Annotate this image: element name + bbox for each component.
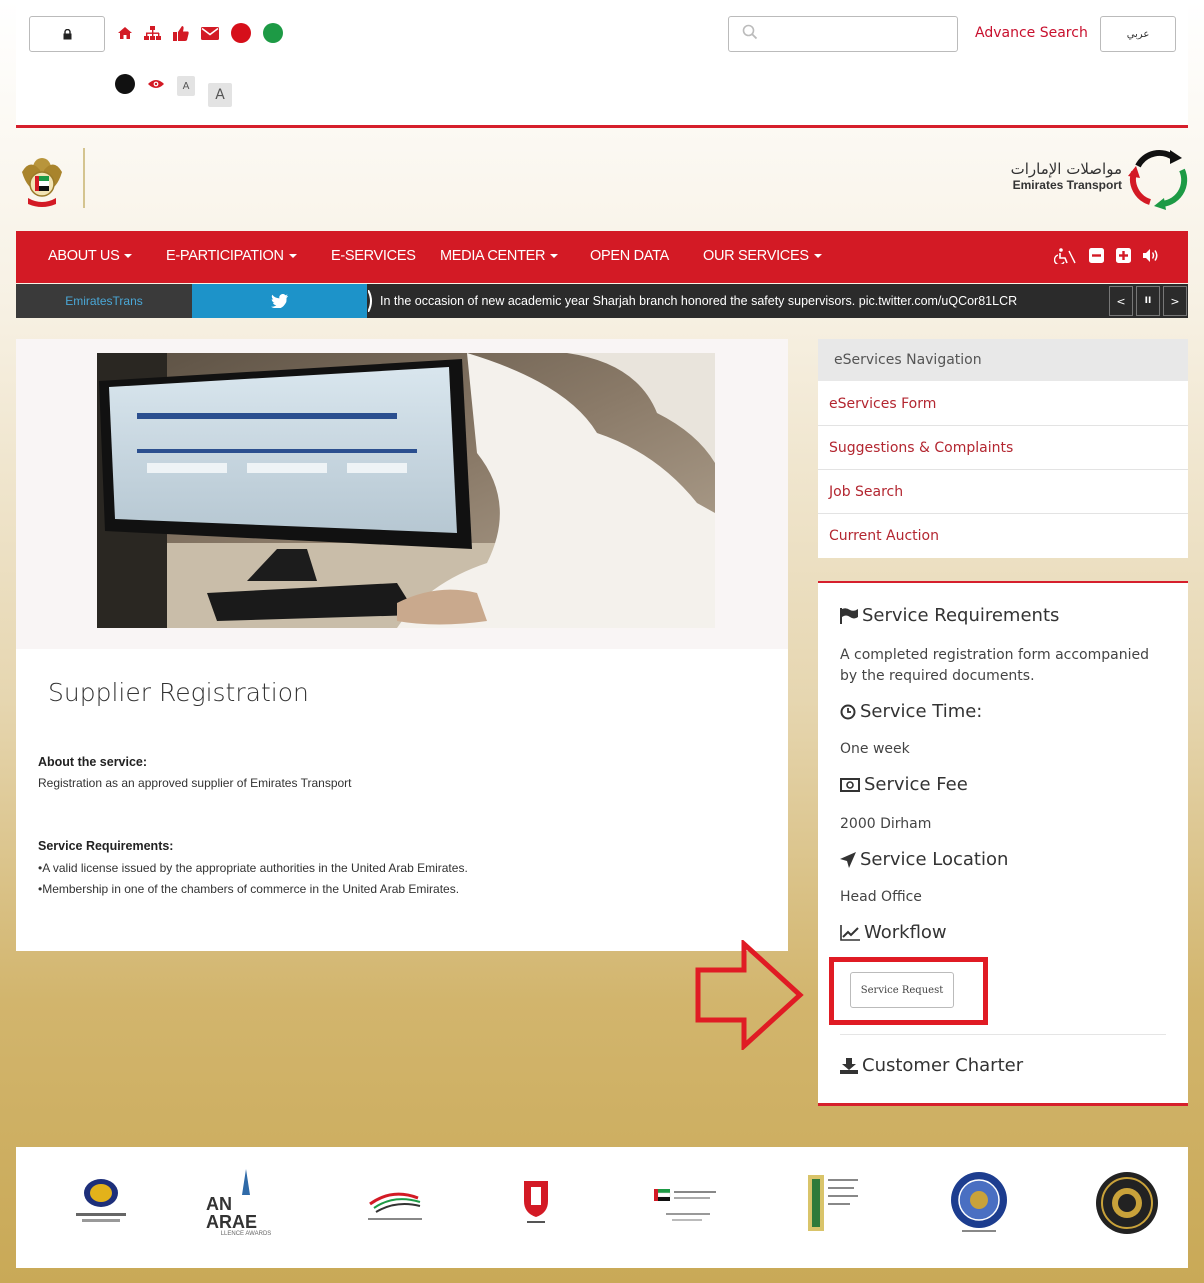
workflow-heading: Workflow [840,922,947,943]
search-icon [742,24,760,42]
brand-name-english: Emirates Transport [1012,178,1122,192]
requirement-item: •Membership in one of the chambers of co… [38,882,460,896]
ticker-text[interactable]: In the occasion of new academic year Sha… [380,294,1017,308]
accessibility-icon[interactable] [1053,248,1076,268]
advance-search-link[interactable]: Advance Search [975,25,1088,41]
zoom-in-icon[interactable] [1116,248,1131,267]
ticker-prev-button[interactable]: < [1109,286,1133,316]
eye-icon[interactable] [147,77,165,91]
clock-icon [840,704,856,719]
top-utility-bar [16,0,1188,128]
nav-label: ABOUT US [48,248,120,264]
zoom-out-icon[interactable] [1089,248,1104,267]
nav-e-services[interactable]: E-SERVICES [331,248,416,264]
contrast-dark-dot[interactable] [115,74,135,94]
service-location-value: Head Office [840,889,922,905]
about-text: Registration as an approved supplier of … [38,776,352,790]
twitter-icon [192,284,367,318]
nav-label: E-SERVICES [331,248,416,264]
font-decrease-button[interactable]: A [177,76,195,96]
login-button[interactable] [29,16,105,52]
page-title: Supplier Registration [48,678,309,707]
arab-award-icon [242,1168,250,1195]
nav-media-center[interactable]: MEDIA CENTER [440,248,559,264]
service-fee-value: 2000 Dirham [840,816,932,832]
search-input[interactable] [728,16,958,52]
lock-icon [63,28,71,39]
location-arrow-icon [840,851,856,868]
home-icon[interactable] [116,24,134,42]
sidebar-link-current-auction[interactable]: Current Auction [818,514,1188,558]
sidebar-link-eservices-form[interactable]: eServices Form [818,382,1188,426]
nav-label: E-PARTICIPATION [166,248,284,264]
heading-label: Service Fee [864,774,968,795]
language-button[interactable]: عربي [1100,16,1176,52]
caret-down-icon [288,254,297,259]
service-photo [97,353,715,628]
emirates-transport-logo [1124,146,1190,212]
service-fee-heading: Service Fee [840,774,968,795]
requirement-item: •A valid license issued by the appropria… [38,861,468,875]
ticker-next-button[interactable]: > [1163,286,1187,316]
brand-name-arabic: مواصلات الإمارات [1010,160,1122,178]
line-chart-icon [840,924,860,941]
nav-label: OPEN DATA [590,248,669,264]
volume-icon[interactable] [1142,248,1160,267]
partner-logo-quality[interactable] [798,1165,868,1240]
logo-divider [83,148,85,208]
caret-down-icon [124,254,133,259]
uae-emblem-logo [16,148,68,210]
nav-our-services[interactable]: OUR SERVICES [703,248,822,264]
about-heading: About the service: [38,755,148,769]
heading-label: Service Time: [860,701,983,722]
arab-logo-sub: LLENCE AWARDS [220,1230,272,1237]
flag-icon [840,607,858,624]
partner-logo-arab-excellence[interactable]: AN ARAE LLENCE AWARDS [206,1165,286,1240]
partner-logo-seal[interactable] [1092,1165,1162,1240]
main-navigation: ABOUT US E-PARTICIPATION E-SERVICES MEDI… [16,231,1188,283]
sitemap-icon[interactable] [143,24,161,42]
partner-logo-1[interactable] [66,1165,136,1240]
divider [840,1034,1166,1035]
twitter-handle[interactable]: EmiratesTrans [16,284,192,318]
caret-down-icon [813,254,822,259]
partner-logo-abu-dhabi[interactable] [516,1165,556,1240]
highlight-box [829,957,988,1025]
caret-down-icon [550,254,559,259]
heading-label: Workflow [864,922,947,943]
service-requirements-text: A completed registration form accompanie… [840,647,1149,684]
arab-logo-text: AN ARAE [206,1193,258,1232]
thumbs-up-icon[interactable] [172,24,190,42]
partner-logo-energy-award[interactable] [360,1165,430,1240]
partner-logo-uae-award[interactable] [652,1165,722,1240]
eservices-navigation-title: eServices Navigation [818,339,1188,381]
nav-label: MEDIA CENTER [440,248,546,264]
partner-logo-guinness[interactable] [944,1165,1014,1240]
nav-e-participation[interactable]: E-PARTICIPATION [166,248,297,264]
nav-about-us[interactable]: ABOUT US [48,248,133,264]
download-icon [840,1057,858,1074]
service-requirements-heading: Service Requirements [840,605,1059,626]
service-location-heading: Service Location [840,849,1008,870]
sidebar-link-suggestions[interactable]: Suggestions & Complaints [818,426,1188,470]
heading-label: Service Location [860,849,1009,870]
ticker-separator [367,289,374,313]
envelope-icon[interactable] [200,24,220,42]
heading-label: Customer Charter [862,1055,1024,1076]
sidebar-link-job-search[interactable]: Job Search [818,470,1188,514]
nav-open-data[interactable]: OPEN DATA [590,248,669,264]
heading-label: Service Requirements [862,605,1060,626]
service-time-heading: Service Time: [840,701,982,722]
ticker-pause-button[interactable]: II [1136,286,1160,316]
red-theme-dot[interactable] [231,23,251,43]
money-icon [840,777,860,792]
customer-charter-link[interactable]: Customer Charter [840,1055,1023,1076]
requirements-heading: Service Requirements: [38,839,174,853]
green-theme-dot[interactable] [263,23,283,43]
annotation-arrow-icon [694,938,806,1052]
font-increase-button[interactable]: A [208,83,232,107]
nav-label: OUR SERVICES [703,248,809,264]
service-time-value: One week [840,741,910,757]
